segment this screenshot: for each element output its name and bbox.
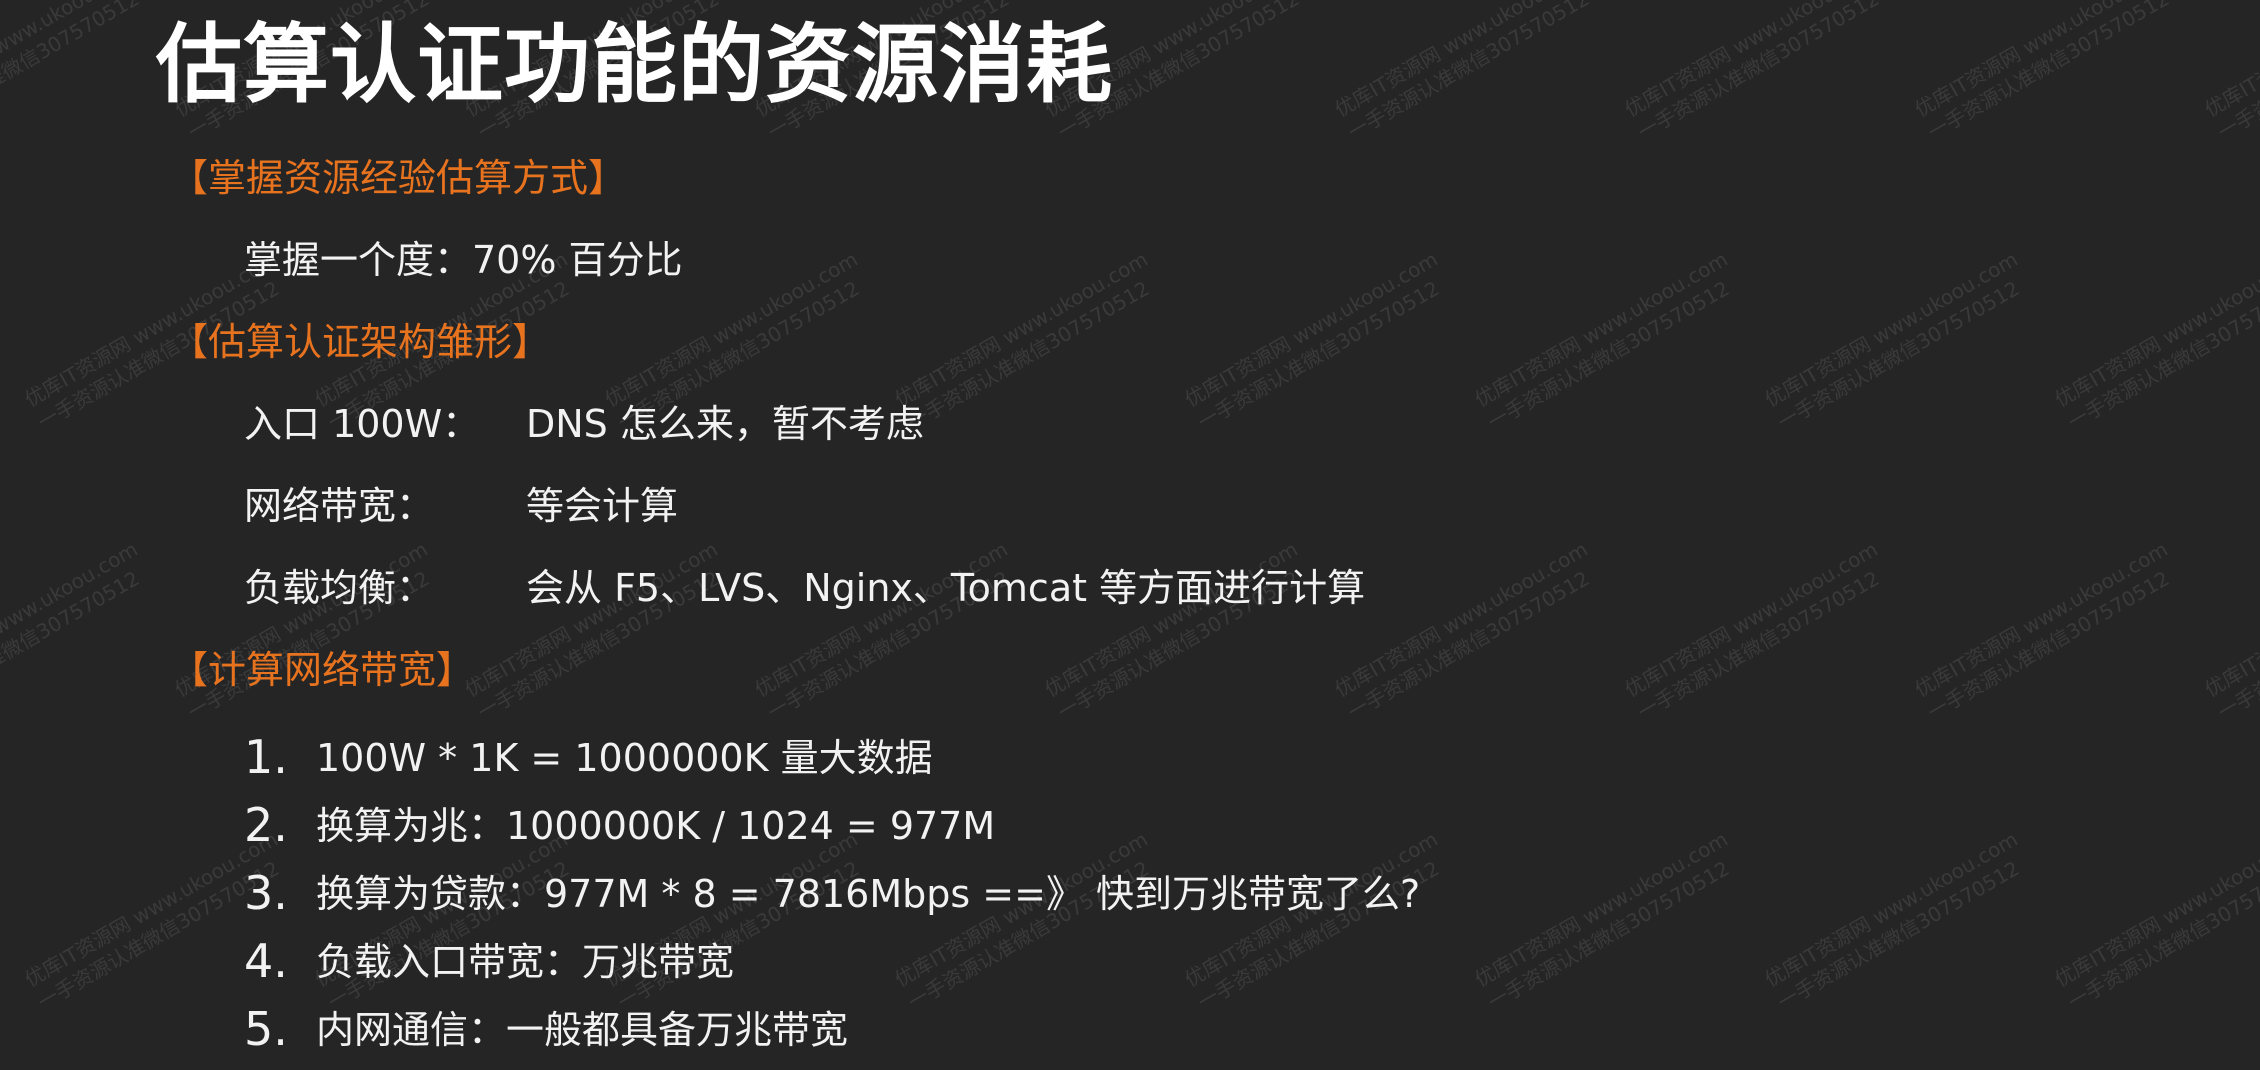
list-item-text: 换算为贷款：977M * 8 = 7816Mbps ==》 快到万兆带宽了么? [316,872,1421,916]
slide-title: 估算认证功能的资源消耗 [156,15,1113,115]
watermark-text: 优库IT资源网 www.ukoou.com一手资源认准微信307570512 [2050,246,2260,435]
slide: 优库IT资源网 www.ukoou.com一手资源认准微信307570512优库… [0,0,2260,1070]
arch-row-value: 会从 F5、LVS、Nginx、Tomcat 等方面进行计算 [526,566,1366,610]
watermark-text: 优库IT资源网 www.ukoou.com一手资源认准微信307570512 [1620,536,1884,725]
section-heading-bandwidth-calc: 【计算网络带宽】 [170,648,475,692]
watermark-text: 优库IT资源网 www.ukoou.com一手资源认准微信307570512 [1180,826,1444,1015]
watermark-text: 优库IT资源网 www.ukoou.com一手资源认准微信307570512 [1470,826,1734,1015]
watermark-text: 优库IT资源网 www.ukoou.com一手资源认准微信307570512 [1910,0,2174,145]
estimation-degree-line: 掌握一个度：70% 百分比 [244,238,683,282]
arch-row-value: 等会计算 [526,484,679,528]
watermark-text: 优库IT资源网 www.ukoou.com一手资源认准微信307570512 [2200,0,2260,145]
watermark-text: 优库IT资源网 www.ukoou.com一手资源认准微信307570512 [2200,537,2260,725]
watermark-text: 优库IT资源网 www.ukoou.com一手资源认准微信307570512 [1330,536,1594,725]
watermark-text: 优库IT资源网 www.ukoou.com一手资源认准微信307570512 [1910,536,2174,725]
watermark-text: 优库IT资源网 www.ukoou.com一手资源认准微信307570512 [1760,246,2024,435]
list-item-text: 换算为兆：1000000K / 1024 = 977M [316,804,996,848]
arch-row-label: 入口 100W： [244,402,481,446]
list-item-text: 负载入口带宽：万兆带宽 [316,940,735,984]
watermark-text: 优库IT资源网 www.ukoou.com一手资源认准微信307570512 [1040,536,1304,725]
watermark-text: 优库IT资源网 www.ukoou.com一手资源认准微信307570512 [460,536,724,725]
arch-row-value: DNS 怎么来，暂不考虑 [526,402,924,446]
list-item-text: 100W * 1K = 1000000K 量大数据 [316,736,933,780]
watermark-text: 优库IT资源网 www.ukoou.com一手资源认准微信307570512 [0,536,144,725]
watermark-text: 优库IT资源网 www.ukoou.com一手资源认准微信307570512 [310,826,574,1015]
watermark-text: 优库IT资源网 www.ukoou.com一手资源认准微信307570512 [0,0,144,145]
section-heading-estimation-method: 【掌握资源经验估算方式】 [170,156,627,200]
arch-row-label: 网络带宽： [244,484,435,528]
watermark-text: 优库IT资源网 www.ukoou.com一手资源认准微信307570512 [1620,0,1884,145]
arch-row-label: 负载均衡： [244,566,435,610]
watermark-text: 优库IT资源网 www.ukoou.com一手资源认准微信307570512 [750,536,1014,725]
watermark-text: 优库IT资源网 www.ukoou.com一手资源认准微信307570512 [1470,246,1734,435]
list-item-number: 5. [244,1002,288,1056]
list-item-number: 1. [244,730,288,784]
list-item-number: 2. [244,798,288,852]
list-item-number: 4. [244,934,288,988]
watermark-text: 优库IT资源网 www.ukoou.com一手资源认准微信307570512 [2050,826,2260,1015]
list-item-text: 内网通信：一般都具备万兆带宽 [316,1008,849,1052]
watermark-text: 优库IT资源网 www.ukoou.com一手资源认准微信307570512 [1330,0,1594,145]
watermark-text: 优库IT资源网 www.ukoou.com一手资源认准微信307570512 [890,246,1154,435]
watermark-text: 优库IT资源网 www.ukoou.com一手资源认准微信307570512 [890,826,1154,1015]
watermark-text: 优库IT资源网 www.ukoou.com一手资源认准微信307570512 [1760,826,2024,1015]
watermark-text: 优库IT资源网 www.ukoou.com一手资源认准微信307570512 [1180,246,1444,435]
list-item-number: 3. [244,866,288,920]
watermark-text: 优库IT资源网 www.ukoou.com一手资源认准微信307570512 [170,536,434,725]
section-heading-architecture: 【估算认证架构雏形】 [170,320,551,364]
watermark-text: 优库IT资源网 www.ukoou.com一手资源认准微信307570512 [600,826,864,1015]
